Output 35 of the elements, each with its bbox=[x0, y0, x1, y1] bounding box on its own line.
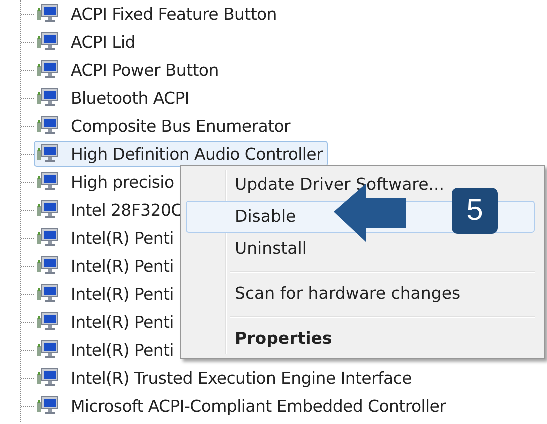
tree-item[interactable]: Intel 28F320C bbox=[71, 200, 182, 220]
monitor-icon bbox=[37, 340, 59, 360]
monitor-icon bbox=[37, 228, 59, 248]
tree-item[interactable]: Bluetooth ACPI bbox=[71, 88, 190, 108]
tree-item[interactable]: Intel(R) Penti bbox=[71, 228, 174, 248]
monitor-icon bbox=[37, 172, 59, 192]
tree-item[interactable]: ACPI Power Button bbox=[71, 60, 219, 80]
monitor-icon bbox=[37, 32, 59, 52]
monitor-icon bbox=[37, 4, 59, 24]
tree-item[interactable]: High Definition Audio Controller bbox=[34, 141, 328, 167]
monitor-icon bbox=[37, 396, 59, 416]
monitor-icon bbox=[37, 284, 59, 304]
menu-item[interactable]: Properties bbox=[186, 323, 535, 355]
tree-item[interactable]: Intel(R) Penti bbox=[71, 312, 174, 332]
monitor-icon bbox=[37, 200, 59, 220]
tree-item[interactable]: Intel(R) Trusted Execution Engine Interface bbox=[71, 368, 412, 388]
tree-item[interactable]: Intel(R) Penti bbox=[71, 256, 174, 276]
tree-item[interactable]: Microsoft ACPI-Compliant Embedded Controller bbox=[71, 396, 446, 416]
menu-item[interactable]: Uninstall bbox=[186, 233, 535, 265]
monitor-icon bbox=[37, 116, 59, 136]
tree-item[interactable]: Composite Bus Enumerator bbox=[71, 116, 291, 136]
menu-item[interactable]: Scan for hardware changes bbox=[186, 278, 535, 310]
monitor-icon bbox=[37, 256, 59, 276]
tree-item[interactable]: Intel(R) Penti bbox=[71, 340, 174, 360]
monitor-icon bbox=[37, 144, 59, 164]
monitor-icon bbox=[37, 368, 59, 388]
monitor-icon bbox=[37, 60, 59, 80]
tree-item[interactable]: ACPI Fixed Feature Button bbox=[71, 4, 277, 24]
tree-item-label: High Definition Audio Controller bbox=[71, 144, 324, 164]
step-badge: 5 bbox=[452, 188, 498, 234]
tree-item[interactable]: High precisio bbox=[71, 172, 174, 192]
tree-item[interactable]: ACPI Lid bbox=[71, 32, 136, 52]
monitor-icon bbox=[37, 312, 59, 332]
monitor-icon bbox=[37, 88, 59, 108]
tree-item[interactable]: Intel(R) Penti bbox=[71, 284, 174, 304]
